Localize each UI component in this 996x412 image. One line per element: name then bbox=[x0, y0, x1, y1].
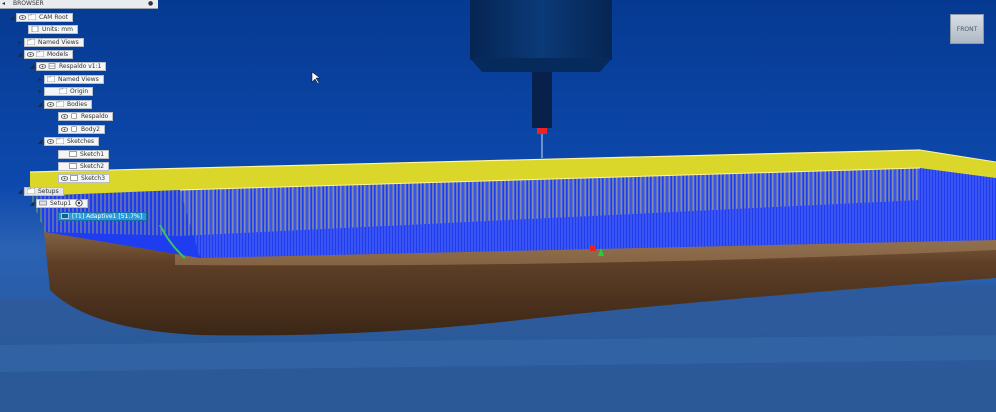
collapse-arrow-icon[interactable]: ◢ bbox=[28, 63, 36, 70]
visibility-eye-icon[interactable] bbox=[47, 138, 54, 144]
tree-node-adaptive-operation[interactable]: [T1] Adaptive1 [51.7%] bbox=[50, 211, 148, 221]
collapse-arrow-icon[interactable]: ◢ bbox=[16, 51, 24, 58]
tree-node-models[interactable]: ◢ Models bbox=[16, 49, 74, 59]
visibility-eye-icon[interactable] bbox=[61, 113, 68, 119]
collapse-arrow-icon[interactable]: ◢ bbox=[36, 138, 44, 145]
folder-icon bbox=[56, 101, 64, 107]
collapse-arrow-icon[interactable]: ◢ bbox=[16, 188, 24, 195]
setup-target-icon bbox=[75, 199, 83, 207]
tree-node-label: Respaldo v1:1 bbox=[59, 62, 102, 70]
tree-node-label: Body2 bbox=[81, 125, 100, 133]
folder-icon bbox=[56, 138, 64, 144]
tree-node-label: Models bbox=[47, 50, 69, 58]
folder-icon bbox=[28, 14, 36, 20]
expand-arrow-icon[interactable]: ▸ bbox=[16, 39, 24, 46]
operation-icon bbox=[61, 213, 69, 219]
tree-node-named-views-sub[interactable]: ▸ Named Views bbox=[36, 74, 104, 84]
tree-node-sketches[interactable]: ◢ Sketches bbox=[36, 136, 100, 146]
tree-node-origin[interactable]: ▸ Origin bbox=[36, 86, 94, 96]
tree-node-label: Sketches bbox=[67, 137, 95, 145]
tree-node-cam-root[interactable]: ◢ CAM Root bbox=[8, 12, 73, 22]
document-icon bbox=[31, 26, 39, 32]
visibility-eye-icon[interactable] bbox=[19, 14, 26, 20]
tree-node-sketch1[interactable]: Sketch1 bbox=[50, 149, 110, 159]
visibility-eye-icon[interactable] bbox=[61, 175, 68, 181]
setup-icon bbox=[39, 200, 47, 206]
folder-icon bbox=[59, 88, 67, 94]
body-icon bbox=[71, 113, 77, 119]
tree-node-label: Setups bbox=[38, 187, 59, 195]
collapse-icon[interactable]: ◂ bbox=[2, 0, 5, 8]
folder-icon bbox=[36, 51, 44, 57]
tree-node-setup1[interactable]: ◢ Setup1 bbox=[28, 198, 89, 208]
view-cube[interactable]: FRONT bbox=[950, 14, 984, 44]
component-icon bbox=[48, 63, 56, 69]
expand-arrow-icon[interactable]: ▸ bbox=[36, 88, 44, 95]
folder-icon bbox=[27, 39, 35, 45]
tree-node-label: Sketch2 bbox=[80, 162, 105, 170]
folder-icon bbox=[27, 188, 35, 194]
tree-node-label: Respaldo bbox=[81, 112, 109, 120]
pin-icon[interactable]: ● bbox=[148, 0, 153, 8]
folder-icon bbox=[47, 76, 55, 82]
tree-node-respaldo-component[interactable]: ◢ Respaldo v1:1 bbox=[28, 61, 107, 71]
visibility-eye-icon[interactable] bbox=[39, 63, 46, 69]
sketch-icon bbox=[69, 151, 77, 157]
tree-node-sketch3[interactable]: Sketch3 bbox=[50, 173, 111, 183]
body-icon bbox=[71, 126, 77, 132]
tree-node-label: CAM Root bbox=[39, 13, 68, 21]
tree-node-body2[interactable]: Body2 bbox=[50, 124, 105, 134]
tree-node-label: Setup1 bbox=[50, 199, 72, 207]
visibility-eye-icon[interactable] bbox=[61, 126, 68, 132]
tree-node-setups[interactable]: ◢ Setups bbox=[16, 186, 64, 196]
sketch-icon bbox=[69, 163, 77, 169]
tree-node-label: Named Views bbox=[58, 75, 99, 83]
collapse-arrow-icon[interactable]: ◢ bbox=[28, 200, 36, 207]
tree-node-label: Named Views bbox=[38, 38, 79, 46]
collapse-arrow-icon[interactable]: ◢ bbox=[36, 101, 44, 108]
tree-node-named-views[interactable]: ▸ Named Views bbox=[16, 37, 84, 47]
tree-node-units[interactable]: Units: mm bbox=[20, 24, 78, 34]
visibility-eye-icon[interactable] bbox=[27, 51, 34, 57]
cam-3d-viewport[interactable] bbox=[0, 0, 996, 412]
tree-node-label: Sketch3 bbox=[81, 174, 106, 182]
tree-node-label: Origin bbox=[70, 87, 89, 95]
visibility-eye-icon[interactable] bbox=[47, 101, 54, 107]
tree-node-label: [T1] Adaptive1 [51.7%] bbox=[72, 212, 143, 220]
tree-node-label: Bodies bbox=[67, 100, 88, 108]
expand-arrow-icon[interactable]: ▸ bbox=[36, 76, 44, 83]
view-cube-face-label: FRONT bbox=[956, 25, 978, 33]
tree-node-sketch2[interactable]: Sketch2 bbox=[50, 161, 110, 171]
browser-title: BROWSER bbox=[13, 0, 44, 7]
sketch-icon bbox=[70, 175, 78, 181]
tree-node-label: Units: mm bbox=[42, 25, 73, 33]
tree-node-bodies[interactable]: ◢ Bodies bbox=[36, 99, 93, 109]
browser-panel-header[interactable]: ◂ BROWSER ● bbox=[0, 0, 158, 9]
collapse-arrow-icon[interactable]: ◢ bbox=[8, 14, 16, 21]
tree-node-label: Sketch1 bbox=[80, 150, 105, 158]
tree-node-body-respaldo[interactable]: Respaldo bbox=[50, 111, 114, 121]
